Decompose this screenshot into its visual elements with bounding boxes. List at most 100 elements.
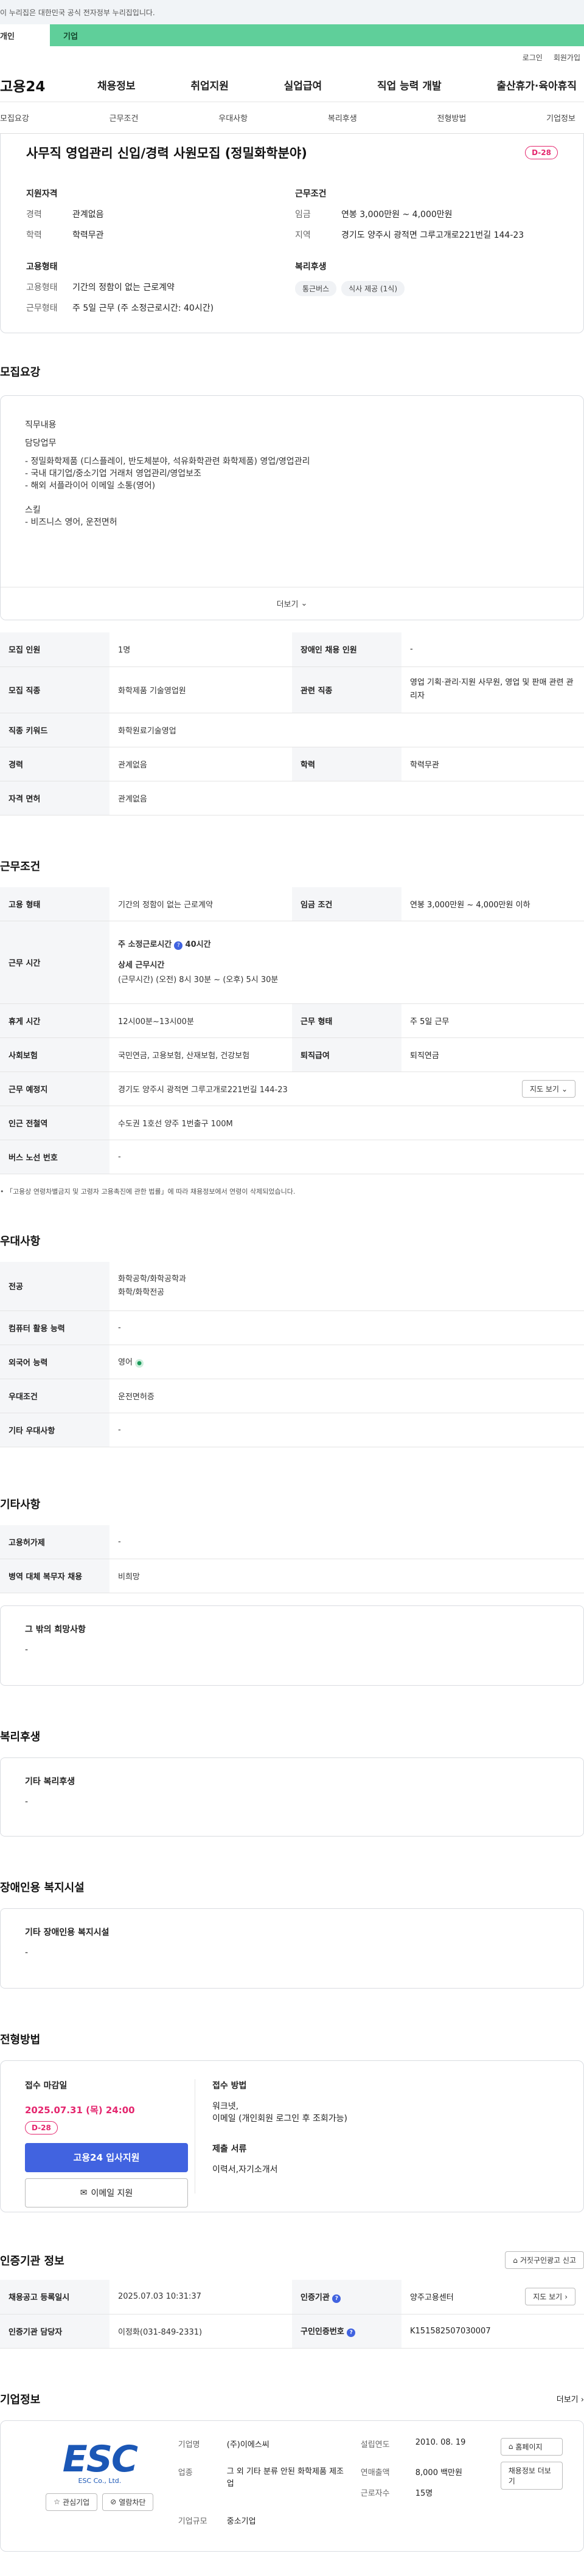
age-note: • 「고용상 연령차별금지 및 고령자 고용촉진에 관한 법률」에 따라 채용정…	[0, 1188, 296, 1196]
deadline-value: 2025.07.31 (목) 24:00	[25, 2105, 135, 2116]
welfare-section-title: 복리후생	[0, 1731, 41, 1743]
map-view-button[interactable]: 지도 보기 ⌄	[521, 1080, 575, 1098]
career-label: 경력	[26, 210, 42, 220]
chevron-down-icon: ⌄	[301, 599, 308, 608]
audience-tabs: 개인 기업	[0, 24, 584, 46]
employment-type-label: 고용형태	[26, 283, 58, 293]
disability-box: 기타 장애인용 복지시설 -	[0, 1908, 584, 1989]
location-value: 경기도 양주시 광적면 그루고개로221번길 144-23	[341, 230, 524, 240]
mail-icon: ✉	[80, 2188, 88, 2198]
duty-line: - 해외 서플라이어 이메일 소통(영어)	[25, 481, 156, 491]
duty-line	[25, 498, 559, 504]
conditions-heading: 근무조건	[295, 189, 327, 199]
anchor-company[interactable]: 기업정보	[546, 112, 575, 123]
apply-button[interactable]: 고용24 입사지원	[25, 2143, 188, 2172]
conditions-table: 고용 형태 기간의 정함이 없는 근로계약 임금 조건 연봉 3,000만원 ~ 4,…	[0, 887, 584, 1174]
recruit-section-title: 모집요강	[0, 366, 41, 379]
etc-wish-box: 그 밖의 희망사항 -	[0, 1605, 584, 1686]
wage-value: 연봉 3,000만원 ~ 4,000만원	[341, 210, 453, 220]
etc-table: 고용허가제 - 병역 대체 복무자 채용 비희망	[0, 1525, 584, 1593]
education-value: 학력무관	[72, 230, 104, 240]
conditions-section-title: 근무조건	[0, 860, 41, 873]
education-label: 학력	[26, 230, 42, 240]
global-nav: 고용24 채용정보 취업지원 실업급여 직업 능력 개발 출산휴가·육아휴직	[0, 68, 584, 102]
docs-heading: 제출 서류	[212, 2144, 247, 2154]
welfare-chip: 통근버스	[295, 281, 337, 296]
preference-section-title: 우대사항	[0, 1235, 41, 1248]
work-type-label: 근무형태	[26, 303, 58, 313]
tab-individual[interactable]: 개인	[0, 24, 50, 46]
wage-label: 임금	[295, 210, 311, 220]
report-fake-ad-button[interactable]: ⌂ 거짓구인광고 신고	[505, 2251, 584, 2269]
duty-line: - 비즈니스 영어, 운전면허	[25, 518, 117, 527]
dday-badge: D-28	[25, 2121, 58, 2135]
cert-section-title: 인증기관 정보	[0, 2254, 64, 2268]
check-icon: ●	[135, 1359, 144, 1368]
duty-line	[25, 492, 559, 498]
section-anchor-nav: 모집요강 근무조건 우대사항 복리후생 전형방법 기업정보	[0, 102, 584, 134]
employment-heading: 고용형태	[26, 262, 58, 272]
job-title: 사무직 영업관리 신입/경력 사원모집 (정밀화학분야)	[26, 146, 307, 161]
company-logo-sub: ESC Co., Ltd.	[78, 2476, 122, 2485]
dday-badge: D-28	[525, 146, 558, 159]
info-icon[interactable]: ?	[332, 2294, 341, 2303]
home-icon: ⌂	[508, 2442, 513, 2451]
duty-line	[25, 449, 559, 455]
duty-content-box: 직무내용 담당업무 - 정밀화학제품 (디스플레이, 반도체분야, 석유화학관련 화…	[0, 395, 584, 620]
duty-line: 담당업무	[25, 438, 57, 448]
deadline-heading: 접수 마감일	[25, 2081, 68, 2091]
block-view-button[interactable]: ⊘ 열람차단	[102, 2493, 154, 2511]
block-icon: ⊘	[110, 2498, 117, 2506]
work-type-value: 주 5일 근무 (주 소정근로시간: 40시간)	[72, 303, 214, 313]
duty-line: 직무내용	[25, 420, 57, 430]
career-value: 관계없음	[72, 210, 104, 220]
company-more-link[interactable]: 더보기 ›	[557, 2393, 584, 2405]
job-summary-card: 사무직 영업관리 신입/경력 사원모집 (정밀화학분야) D-28 지원자격 경…	[0, 134, 584, 333]
nav-unemployment-benefit[interactable]: 실업급여	[284, 77, 322, 92]
anchor-recruit[interactable]: 모집요강	[0, 112, 29, 123]
company-section-title: 기업정보	[0, 2393, 41, 2406]
welfare-box: 기타 복리후생 -	[0, 1757, 584, 1837]
company-logo: ESC	[62, 2437, 138, 2481]
homepage-button[interactable]: ⌂ 홈페이지	[500, 2437, 563, 2456]
more-jobs-button[interactable]: 채용정보 더보기	[500, 2461, 563, 2490]
nav-parental-leave[interactable]: 출산휴가·육아휴직	[496, 77, 577, 92]
apply-box: 접수 마감일 2025.07.31 (목) 24:00 D-28 고용24 입사…	[0, 2060, 584, 2212]
map-view-button[interactable]: 지도 보기 ›	[525, 2288, 575, 2306]
welfare-heading: 복리후생	[295, 262, 327, 272]
favorite-company-button[interactable]: ☆ 관심기업	[46, 2493, 98, 2511]
docs-value: 이력서,자기소개서	[212, 2165, 278, 2175]
method-value: 워크넷,	[212, 2102, 239, 2111]
preference-table: 전공 화학공학/화학공학과 화학/화학전공 컴퓨터 활용 능력 - 외국어 능력 영어…	[0, 1262, 584, 1447]
duty-text: 직무내용 담당업무 - 정밀화학제품 (디스플레이, 반도체분야, 석유화학관련 화…	[1, 396, 583, 587]
nav-employment-support[interactable]: 취업지원	[190, 77, 229, 92]
home-icon: ⌂	[513, 2256, 518, 2265]
site-logo[interactable]: 고용24	[0, 75, 97, 95]
tab-company[interactable]: 기업	[50, 24, 584, 46]
duty-line	[25, 431, 559, 437]
gov-banner: 이 누리집은 대한민국 공식 전자정부 누리집입니다.	[0, 0, 584, 24]
anchor-conditions[interactable]: 근무조건	[109, 112, 139, 123]
nav-skill-development[interactable]: 직업 능력 개발	[377, 77, 442, 92]
signup-link[interactable]: 회원가입	[554, 52, 580, 63]
anchor-selection[interactable]: 전형방법	[437, 112, 467, 123]
employment-type-value: 기간의 정함이 없는 근로계약	[72, 283, 175, 293]
selection-section-title: 전형방법	[0, 2034, 41, 2046]
duty-line: - 국내 대기업/중소기업 거래처 영업관리/영업보조	[25, 469, 201, 479]
company-card: ESC ESC Co., Ltd. ☆ 관심기업 ⊘ 열람차단 기업명 (주)이에스씨…	[0, 2420, 584, 2552]
qualification-heading: 지원자격	[26, 189, 58, 199]
anchor-welfare[interactable]: 복리후생	[328, 112, 357, 123]
email-apply-button[interactable]: ✉ 이메일 지원	[25, 2178, 188, 2207]
method-value-2: 이메일 (개인회원 로그인 후 조회가능)	[212, 2114, 347, 2124]
info-icon[interactable]: ?	[347, 2328, 356, 2337]
gov-banner-text: 이 누리집은 대한민국 공식 전자정부 누리집입니다.	[0, 8, 155, 17]
duty-line: 스킬	[25, 505, 41, 515]
info-icon[interactable]: ?	[174, 941, 183, 950]
login-link[interactable]: 로그인	[523, 52, 543, 63]
anchor-preference[interactable]: 우대사항	[218, 112, 248, 123]
method-heading: 접수 방법	[212, 2081, 247, 2091]
etc-section-title: 기타사항	[0, 1498, 41, 1511]
disability-section-title: 장애인용 복지시설	[0, 1882, 85, 1894]
nav-job-info[interactable]: 채용정보	[97, 77, 136, 92]
more-button[interactable]: 더보기 ⌄	[1, 587, 583, 620]
